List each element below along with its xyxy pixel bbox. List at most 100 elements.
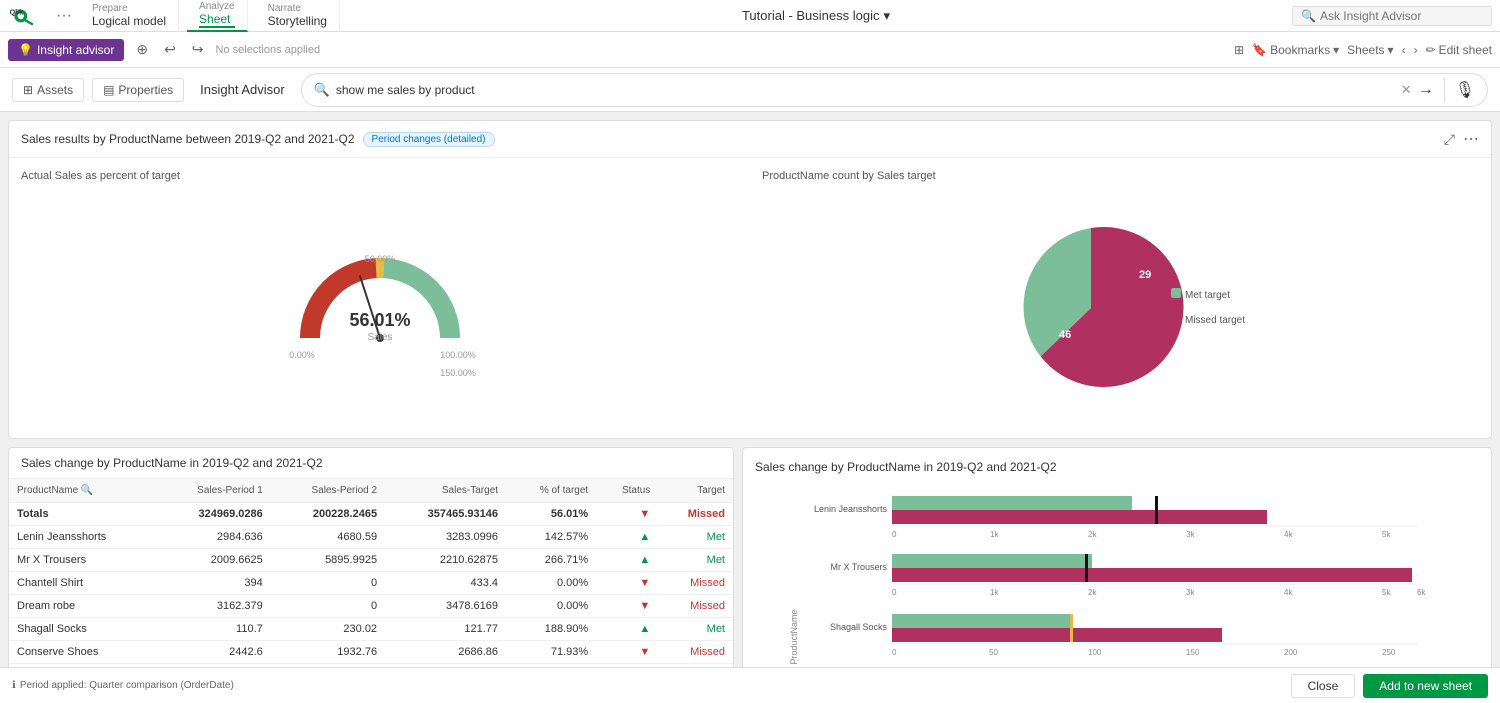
add-to-new-sheet-button[interactable]: Add to new sheet: [1363, 674, 1488, 698]
col-header-target: Sales-Target: [385, 479, 506, 503]
col-header-period2: Sales-Period 2: [271, 479, 385, 503]
bookmarks-button[interactable]: 🔖 Bookmarks ▾: [1252, 43, 1339, 57]
nav-next-button[interactable]: ›: [1414, 43, 1418, 57]
undo-icon[interactable]: ↩: [160, 39, 180, 60]
svg-text:200: 200: [1284, 648, 1298, 657]
search-go-button[interactable]: →: [1418, 81, 1434, 99]
table-section: Sales change by ProductName in 2019-Q2 a…: [8, 447, 734, 667]
pie-svg: 46 29 Met target Missed target: [991, 198, 1251, 418]
grid-icon: ⊞: [23, 83, 33, 97]
totals-name: Totals: [9, 503, 156, 526]
search-divider: [1444, 78, 1445, 102]
period-badge: Period changes (detailed): [363, 132, 495, 147]
svg-text:0.00%: 0.00%: [289, 350, 315, 360]
totals-status: Missed: [658, 503, 733, 526]
app-title-area: Tutorial - Business logic ▾: [348, 8, 1284, 24]
svg-text:0: 0: [892, 588, 897, 597]
charts-row: Actual Sales as percent of target: [9, 158, 1491, 438]
svg-text:0: 0: [892, 648, 897, 657]
svg-text:50.00%: 50.00%: [364, 254, 395, 264]
grid-view-button[interactable]: ⊞: [1234, 43, 1244, 57]
svg-text:3k: 3k: [1186, 588, 1195, 597]
svg-text:Lenin Jeansshorts: Lenin Jeansshorts: [814, 504, 888, 514]
table-row: Shagall Socks 110.7 230.02 121.77 188.90…: [9, 618, 733, 641]
col-header-product: ProductName 🔍: [9, 479, 156, 503]
qlik-logo: Qlik: [8, 6, 40, 26]
svg-text:2k: 2k: [1088, 530, 1097, 539]
table-row: Dream robe 3162.379 0 3478.6169 0.00% ▼ …: [9, 595, 733, 618]
sheets-button[interactable]: Sheets ▾: [1347, 43, 1393, 57]
svg-text:46: 46: [1059, 329, 1071, 341]
svg-text:Mr X Trousers: Mr X Trousers: [830, 562, 887, 572]
toolbar-right: ⊞ 🔖 Bookmarks ▾ Sheets ▾ ‹ › ✏ Edit shee…: [1234, 43, 1492, 57]
pie-chart-section: ProductName count by Sales target 46 29: [750, 158, 1491, 438]
search-box[interactable]: 🔍 ✕ → 🎙: [301, 73, 1488, 107]
table-row: Lenin Jeansshorts 2984.636 4680.59 3283.…: [9, 526, 733, 549]
result-card: Sales results by ProductName between 201…: [8, 120, 1492, 439]
main-content: Sales results by ProductName between 201…: [0, 112, 1500, 667]
col-header-status: Status: [596, 479, 658, 503]
search-input[interactable]: [336, 83, 1395, 97]
svg-text:100: 100: [1088, 648, 1102, 657]
totals-target: 357465.93146: [385, 503, 506, 526]
sales-table: ProductName 🔍 Sales-Period 1 Sales-Perio…: [9, 479, 733, 667]
svg-text:150.00%: 150.00%: [440, 368, 476, 378]
svg-text:1k: 1k: [990, 530, 999, 539]
redo-icon[interactable]: ↪: [188, 39, 208, 60]
props-icon: ▤: [103, 83, 114, 97]
svg-text:Qlik: Qlik: [10, 7, 24, 16]
table-row: Conserve Shoes 2442.6 1932.76 2686.86 71…: [9, 641, 733, 664]
totals-arrow: ▼: [596, 503, 658, 526]
nav-narrate[interactable]: Narrate Storytelling: [256, 0, 340, 32]
bottom-section: Sales change by ProductName in 2019-Q2 a…: [8, 447, 1492, 667]
bulb-icon: 💡: [18, 43, 33, 57]
edit-sheet-button[interactable]: ✏ Edit sheet: [1426, 43, 1492, 57]
no-selections-text: No selections applied: [216, 44, 321, 56]
table-totals-row: Totals 324969.0286 200228.2465 357465.93…: [9, 503, 733, 526]
assets-button[interactable]: ⊞ Assets: [12, 78, 84, 102]
pie-chart-title: ProductName count by Sales target: [762, 170, 1479, 182]
app-title[interactable]: Tutorial - Business logic ▾: [742, 8, 890, 24]
nav-search-icon: 🔍: [1301, 9, 1316, 23]
search-mic-button[interactable]: 🎙: [1455, 80, 1475, 100]
svg-text:29: 29: [1139, 269, 1151, 281]
toolbar: 💡 Insight advisor ⊕ ↩ ↪ No selections ap…: [0, 32, 1500, 68]
svg-text:3k: 3k: [1186, 530, 1195, 539]
nav-prepare[interactable]: Prepare Logical model: [80, 0, 179, 32]
nav-more-icon[interactable]: ···: [56, 7, 72, 25]
nav-search-input[interactable]: [1320, 9, 1480, 23]
svg-text:1k: 1k: [990, 588, 999, 597]
pie-container: 46 29 Met target Missed target: [762, 190, 1479, 426]
svg-text:5k: 5k: [1382, 530, 1391, 539]
gauge-chart-section: Actual Sales as percent of target: [9, 158, 750, 438]
gauge-container: 56.01% Sales 0.00% 50.00% 100.00% 150.00…: [21, 190, 738, 426]
bar-chart-section: Sales change by ProductName in 2019-Q2 a…: [742, 447, 1492, 667]
svg-text:150: 150: [1186, 648, 1200, 657]
insight-advisor-label: Insight Advisor: [192, 82, 285, 97]
svg-text:5k: 5k: [1382, 588, 1391, 597]
bar-chart-svg: ProductName Lenin Jeansshorts 0 1k 2k 3k…: [755, 482, 1479, 667]
gauge-chart-title: Actual Sales as percent of target: [21, 170, 738, 182]
svg-text:Missed target: Missed target: [1185, 315, 1245, 326]
nav-prev-button[interactable]: ‹: [1402, 43, 1406, 57]
insight-advisor-button[interactable]: 💡 Insight advisor: [8, 39, 124, 61]
more-options-icon[interactable]: ⋯: [1463, 129, 1479, 149]
nav-analyze[interactable]: Analyze Sheet: [187, 0, 248, 32]
svg-text:250: 250: [1382, 648, 1396, 657]
nav-search-box[interactable]: 🔍: [1292, 6, 1492, 26]
svg-text:ProductName: ProductName: [789, 609, 799, 664]
col-header-pct: % of target: [506, 479, 596, 503]
svg-text:6k: 6k: [1417, 588, 1426, 597]
svg-text:Met target: Met target: [1185, 290, 1230, 301]
search-clear-button[interactable]: ✕: [1401, 82, 1412, 98]
svg-text:2k: 2k: [1088, 588, 1097, 597]
search-column-button[interactable]: 🔍: [81, 485, 93, 496]
result-title: Sales results by ProductName between 201…: [21, 132, 355, 146]
expand-icon[interactable]: ⤢: [1444, 131, 1455, 148]
smart-search-icon[interactable]: ⊕: [132, 39, 152, 60]
svg-text:50: 50: [989, 648, 998, 657]
close-button[interactable]: Close: [1291, 674, 1356, 698]
table-row: Mr X Trousers 2009.6625 5895.9925 2210.6…: [9, 549, 733, 572]
properties-button[interactable]: ▤ Properties: [92, 78, 184, 102]
col-header-target2: Target: [658, 479, 733, 503]
